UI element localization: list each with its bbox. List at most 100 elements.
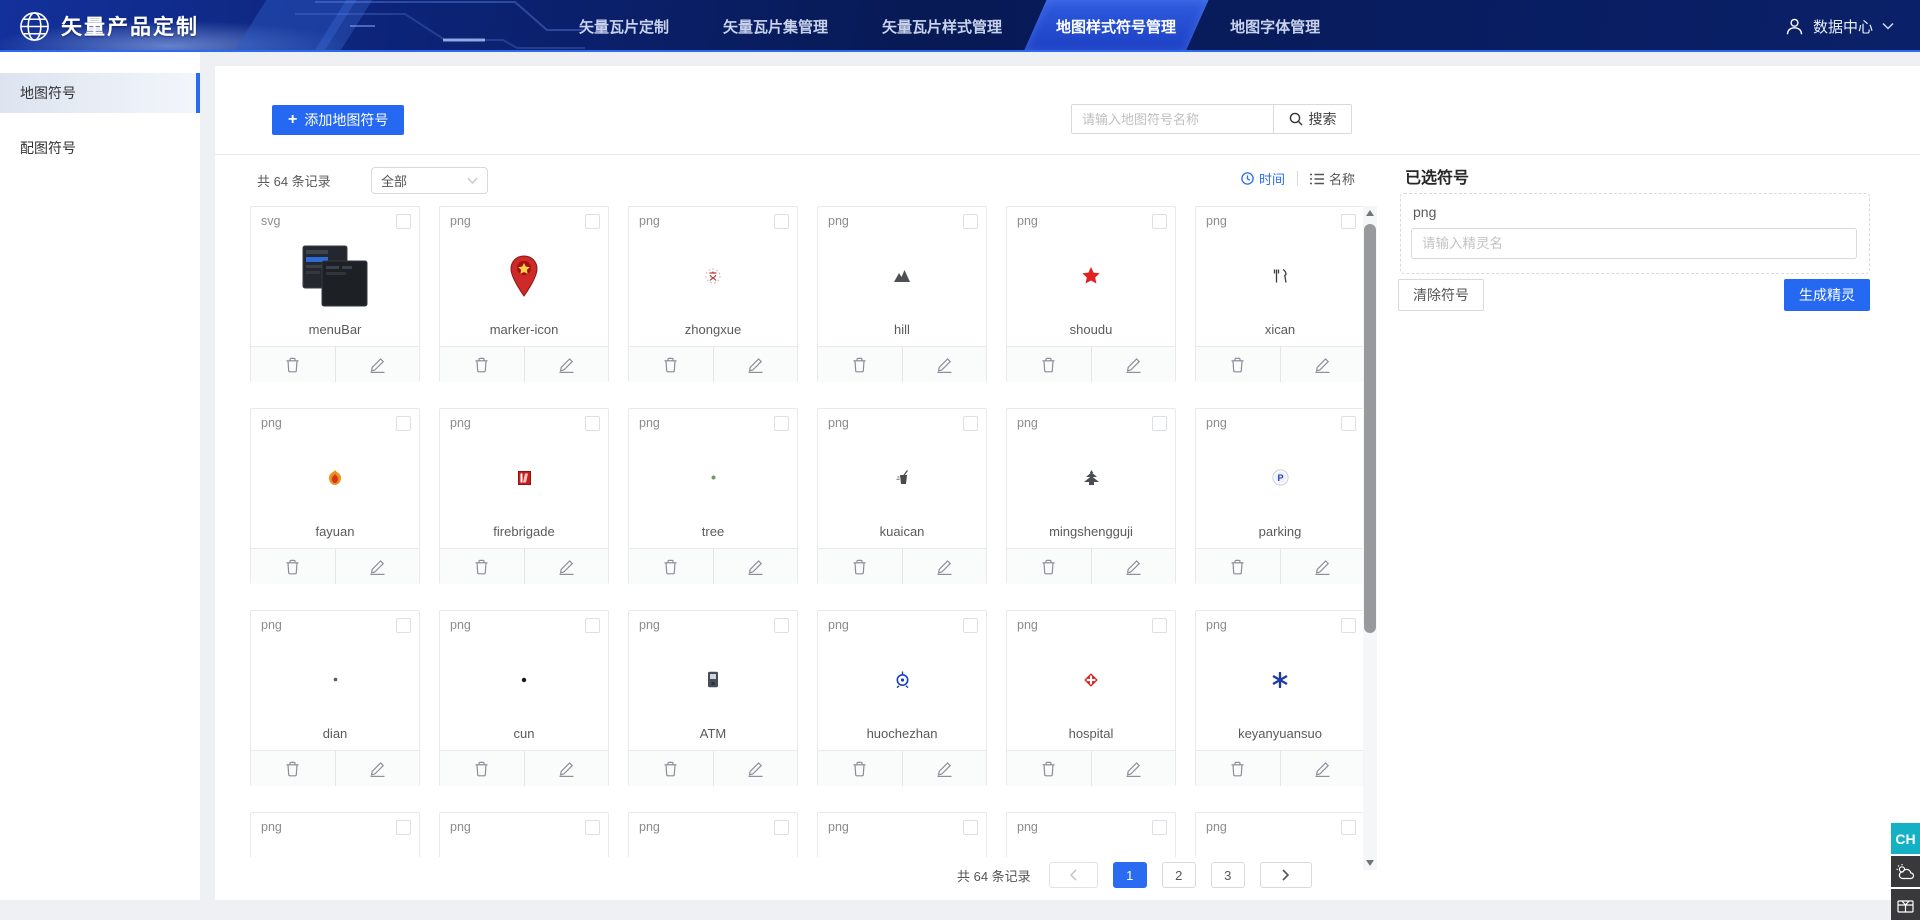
symbol-card-body: png: [629, 813, 797, 857]
symbol-checkbox[interactable]: [1341, 214, 1356, 229]
symbol-icon: [629, 835, 797, 857]
symbol-checkbox[interactable]: [396, 214, 411, 229]
nav-item-map-symbol-management[interactable]: 地图样式符号管理: [1029, 0, 1203, 52]
page-button-2[interactable]: 2: [1162, 862, 1196, 888]
symbol-card-actions: [440, 548, 608, 584]
edit-symbol-button[interactable]: [524, 751, 609, 786]
symbol-card-header: png: [818, 207, 986, 229]
symbol-checkbox[interactable]: [585, 618, 600, 633]
prev-page-button[interactable]: [1049, 862, 1098, 888]
selected-panel-title: 已选符号: [1405, 164, 1890, 188]
symbol-checkbox[interactable]: [396, 820, 411, 835]
symbol-checkbox[interactable]: [963, 416, 978, 431]
edit-symbol-button[interactable]: [1091, 347, 1176, 382]
symbol-checkbox[interactable]: [1152, 820, 1167, 835]
symbol-checkbox[interactable]: [585, 416, 600, 431]
delete-symbol-button[interactable]: [1196, 347, 1280, 382]
symbol-checkbox[interactable]: [1152, 416, 1167, 431]
add-map-symbol-button[interactable]: + 添加地图符号: [272, 105, 404, 135]
scroll-up-arrow[interactable]: [1363, 206, 1377, 220]
symbol-checkbox[interactable]: [774, 416, 789, 431]
search-button[interactable]: 搜索: [1273, 104, 1352, 134]
nav-item-tile-style-management[interactable]: 矢量瓦片样式管理: [855, 0, 1029, 52]
symbol-checkbox[interactable]: [774, 214, 789, 229]
delete-symbol-button[interactable]: [251, 549, 335, 584]
symbol-checkbox[interactable]: [1341, 416, 1356, 431]
delete-symbol-button[interactable]: [440, 347, 524, 382]
delete-symbol-button[interactable]: [629, 549, 713, 584]
weather-float-button[interactable]: [1891, 856, 1920, 887]
scroll-down-arrow[interactable]: [1363, 856, 1377, 870]
edit-symbol-button[interactable]: [524, 347, 609, 382]
edit-symbol-button[interactable]: [1091, 751, 1176, 786]
delete-symbol-button[interactable]: [440, 751, 524, 786]
delete-symbol-button[interactable]: [818, 549, 902, 584]
delete-symbol-button[interactable]: [1196, 751, 1280, 786]
symbol-checkbox[interactable]: [1341, 618, 1356, 633]
sort-by-name[interactable]: 名称: [1310, 169, 1355, 188]
edit-symbol-button[interactable]: [524, 549, 609, 584]
icon-atm: [629, 633, 797, 726]
delete-symbol-button[interactable]: [251, 347, 335, 382]
search-input[interactable]: [1071, 104, 1274, 134]
symbol-checkbox[interactable]: [963, 214, 978, 229]
sidebar-item-map-symbols[interactable]: 地图符号: [0, 73, 200, 113]
edit-symbol-button[interactable]: [713, 549, 798, 584]
delete-symbol-button[interactable]: [1196, 549, 1280, 584]
sidebar-item-config-symbols[interactable]: 配图符号: [0, 128, 200, 168]
nav-item-vector-tile-custom[interactable]: 矢量瓦片定制: [552, 0, 696, 52]
generate-sprite-button[interactable]: 生成精灵: [1784, 279, 1870, 311]
symbol-card: png firebrigade: [439, 408, 609, 584]
delete-symbol-button[interactable]: [440, 549, 524, 584]
edit-symbol-button[interactable]: [1280, 549, 1365, 584]
edit-symbol-button[interactable]: [902, 751, 987, 786]
edit-symbol-button[interactable]: [902, 549, 987, 584]
edit-symbol-button[interactable]: [335, 751, 420, 786]
file-type-label: png: [261, 618, 282, 632]
delete-symbol-button[interactable]: [251, 751, 335, 786]
symbol-checkbox[interactable]: [774, 820, 789, 835]
edit-symbol-button[interactable]: [1280, 347, 1365, 382]
edit-symbol-button[interactable]: [713, 347, 798, 382]
icon-red-pin: [440, 229, 608, 322]
trash-icon: [285, 559, 300, 575]
edit-symbol-button[interactable]: [902, 347, 987, 382]
sort-by-time[interactable]: 时间: [1241, 169, 1285, 188]
symbol-checkbox[interactable]: [963, 618, 978, 633]
nav-item-map-font-management[interactable]: 地图字体管理: [1203, 0, 1347, 52]
delete-symbol-button[interactable]: [818, 347, 902, 382]
delete-symbol-button[interactable]: [1007, 549, 1091, 584]
delete-symbol-button[interactable]: [1007, 751, 1091, 786]
ime-language-button[interactable]: CH: [1891, 823, 1920, 854]
symbol-checkbox[interactable]: [963, 820, 978, 835]
symbol-checkbox[interactable]: [774, 618, 789, 633]
delete-symbol-button[interactable]: [818, 751, 902, 786]
sprite-name-input[interactable]: [1411, 228, 1857, 259]
edit-symbol-button[interactable]: [335, 347, 420, 382]
symbol-checkbox[interactable]: [396, 618, 411, 633]
edit-symbol-button[interactable]: [335, 549, 420, 584]
toolbox-float-button[interactable]: [1891, 889, 1920, 920]
delete-symbol-button[interactable]: [629, 751, 713, 786]
symbol-checkbox[interactable]: [1152, 214, 1167, 229]
delete-symbol-button[interactable]: [629, 347, 713, 382]
user-menu[interactable]: 数据中心: [1785, 0, 1894, 52]
edit-symbol-button[interactable]: [1091, 549, 1176, 584]
pencil-icon: [936, 761, 953, 777]
symbol-checkbox[interactable]: [585, 214, 600, 229]
page-button-1[interactable]: 1: [1113, 862, 1147, 888]
vertical-scrollbar[interactable]: [1363, 206, 1377, 870]
symbol-checkbox[interactable]: [1341, 820, 1356, 835]
symbol-checkbox[interactable]: [1152, 618, 1167, 633]
nav-item-tileset-management[interactable]: 矢量瓦片集管理: [696, 0, 855, 52]
edit-symbol-button[interactable]: [713, 751, 798, 786]
type-filter-select[interactable]: 全部: [371, 167, 488, 194]
next-page-button[interactable]: [1260, 862, 1312, 888]
symbol-checkbox[interactable]: [585, 820, 600, 835]
delete-symbol-button[interactable]: [1007, 347, 1091, 382]
edit-symbol-button[interactable]: [1280, 751, 1365, 786]
scrollbar-thumb[interactable]: [1364, 224, 1376, 633]
clear-symbols-button[interactable]: 清除符号: [1398, 279, 1484, 311]
page-button-3[interactable]: 3: [1211, 862, 1245, 888]
symbol-checkbox[interactable]: [396, 416, 411, 431]
